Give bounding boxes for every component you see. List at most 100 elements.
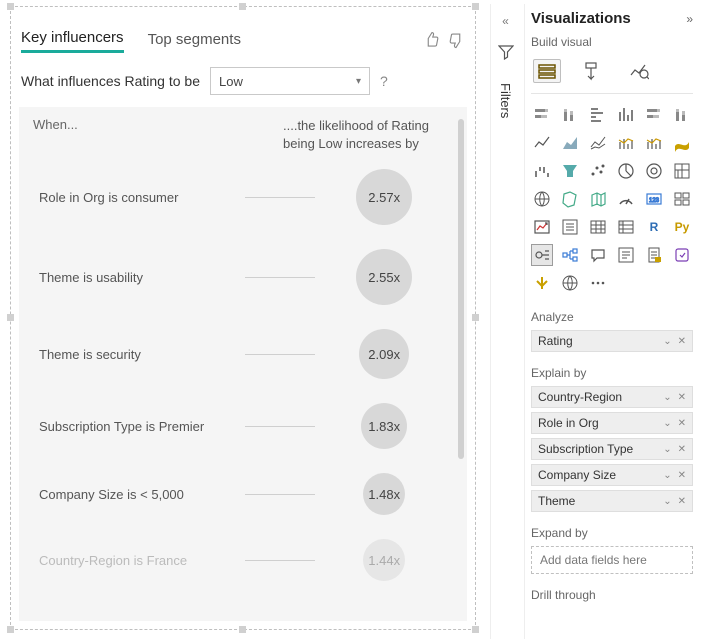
filters-collapsed-pane: « Filters (490, 4, 520, 639)
remove-field-icon[interactable]: ✕ (678, 336, 686, 347)
expand-by-dropzone[interactable]: Add data fields here (531, 546, 693, 574)
influencer-row[interactable]: Country-Region is France1.44x (19, 527, 467, 593)
influencer-when: Subscription Type is Premier (39, 419, 245, 434)
map-icon[interactable] (531, 188, 553, 210)
waterfall-chart-icon[interactable] (531, 160, 553, 182)
influencer-bubble[interactable]: 1.83x (361, 403, 407, 449)
influencer-row[interactable]: Subscription Type is Premier 1.83x (19, 391, 467, 461)
resize-handle[interactable] (239, 626, 246, 633)
smart-narrative-icon[interactable] (615, 244, 637, 266)
analyze-label: Analyze (531, 310, 693, 324)
filters-label[interactable]: Filters (498, 83, 513, 118)
donut-chart-icon[interactable] (643, 160, 665, 182)
decomposition-tree-icon[interactable] (559, 244, 581, 266)
value-dropdown[interactable]: Low ▾ (210, 67, 370, 95)
collapse-pane-icon[interactable]: » (686, 12, 693, 26)
remove-field-icon[interactable]: ✕ (678, 392, 686, 403)
power-apps-icon[interactable] (671, 244, 693, 266)
influencer-bubble[interactable]: 1.48x (363, 473, 405, 515)
resize-handle[interactable] (7, 3, 14, 10)
gauge-icon[interactable] (615, 188, 637, 210)
resize-handle[interactable] (7, 626, 14, 633)
stacked-column-chart-icon[interactable] (559, 104, 581, 126)
visual-frame[interactable]: ⋯ Key influencers Top segments What infl… (10, 6, 476, 630)
treemap-icon[interactable] (671, 160, 693, 182)
filled-map-icon[interactable] (559, 188, 581, 210)
mode-analytics-icon[interactable] (625, 59, 653, 83)
stacked-area-chart-icon[interactable] (587, 132, 609, 154)
svg-text:123: 123 (649, 198, 660, 204)
scatter-chart-icon[interactable] (587, 160, 609, 182)
explain-field[interactable]: Company Size ⌄ ✕ (531, 464, 693, 486)
influencer-row[interactable]: Role in Org is consumer2.57x (19, 157, 467, 237)
remove-field-icon[interactable]: ✕ (678, 470, 686, 481)
resize-handle[interactable] (239, 3, 246, 10)
resize-handle[interactable] (472, 3, 479, 10)
chevron-down-icon[interactable]: ⌄ (663, 418, 671, 429)
expand-filters-icon[interactable]: « (502, 14, 509, 28)
python-visual-icon[interactable]: Py (671, 216, 693, 238)
qna-icon[interactable] (587, 244, 609, 266)
explain-field[interactable]: Theme⌄✕ (531, 490, 693, 512)
analyze-field[interactable]: Rating⌄✕ (531, 330, 693, 352)
connector-line (245, 560, 315, 561)
tab-top-segments[interactable]: Top segments (148, 31, 241, 52)
scrollbar[interactable] (458, 119, 464, 459)
r-visual-icon[interactable]: R (643, 216, 665, 238)
resize-handle[interactable] (472, 626, 479, 633)
kpi-icon[interactable] (531, 216, 553, 238)
influencer-bubble[interactable]: 2.09x (359, 329, 409, 379)
influencer-bubble[interactable]: 1.44x (363, 539, 405, 581)
more-visuals-icon[interactable] (587, 272, 609, 294)
thumbs-up-icon[interactable] (423, 31, 441, 52)
clustered-bar-chart-icon[interactable] (587, 104, 609, 126)
line-clustered-column-icon[interactable] (643, 132, 665, 154)
influencer-row[interactable]: Company Size is < 5,0001.48x (19, 461, 467, 527)
question-row: What influences Rating to be Low ▾ ? (19, 61, 467, 107)
key-influencers-icon[interactable] (531, 244, 553, 266)
mode-build-icon[interactable] (533, 59, 561, 83)
line-chart-icon[interactable] (531, 132, 553, 154)
pie-chart-icon[interactable] (615, 160, 637, 182)
thumbs-down-icon[interactable] (447, 31, 465, 52)
influencer-bubble[interactable]: 2.55x (356, 249, 412, 305)
chevron-down-icon[interactable]: ⌄ (663, 496, 671, 507)
hundred-stacked-bar-icon[interactable] (643, 104, 665, 126)
chevron-down-icon[interactable]: ⌄ (663, 470, 671, 481)
explain-field[interactable]: Role in Org⌄✕ (531, 412, 693, 434)
stacked-bar-chart-icon[interactable] (531, 104, 553, 126)
remove-field-icon[interactable]: ✕ (678, 496, 686, 507)
slicer-icon[interactable] (559, 216, 581, 238)
remove-field-icon[interactable]: ✕ (678, 444, 686, 455)
help-icon[interactable]: ? (380, 73, 388, 89)
chevron-down-icon[interactable]: ⌄ (663, 392, 671, 403)
shape-map-icon[interactable] (587, 188, 609, 210)
filter-icon[interactable] (498, 44, 514, 63)
influencer-row[interactable]: Theme is security2.09x (19, 317, 467, 391)
chevron-down-icon[interactable]: ⌄ (663, 336, 671, 347)
card-icon[interactable]: 123 (643, 188, 665, 210)
explain-field[interactable]: Subscription Type⌄✕ (531, 438, 693, 460)
tab-key-influencers[interactable]: Key influencers (21, 29, 124, 53)
influencer-row[interactable]: Theme is usability2.55x (19, 237, 467, 317)
resize-handle[interactable] (7, 314, 14, 321)
influencer-bubble[interactable]: 2.57x (356, 169, 412, 225)
funnel-chart-icon[interactable] (559, 160, 581, 182)
remove-field-icon[interactable]: ✕ (678, 418, 686, 429)
line-stacked-column-icon[interactable] (615, 132, 637, 154)
chevron-down-icon[interactable]: ⌄ (663, 444, 671, 455)
area-chart-icon[interactable] (559, 132, 581, 154)
arcgis-icon[interactable] (559, 272, 581, 294)
multi-row-card-icon[interactable] (671, 188, 693, 210)
explain-field[interactable]: Country-Region⌄✕ (531, 386, 693, 408)
mode-format-icon[interactable] (579, 59, 607, 83)
hundred-stacked-column-icon[interactable] (671, 104, 693, 126)
field-label: Company Size (538, 468, 616, 482)
ribbon-chart-icon[interactable] (671, 132, 693, 154)
resize-handle[interactable] (472, 314, 479, 321)
matrix-icon[interactable] (615, 216, 637, 238)
power-automate-icon[interactable] (531, 272, 553, 294)
paginated-report-icon[interactable] (643, 244, 665, 266)
clustered-column-chart-icon[interactable] (615, 104, 637, 126)
table-icon[interactable] (587, 216, 609, 238)
